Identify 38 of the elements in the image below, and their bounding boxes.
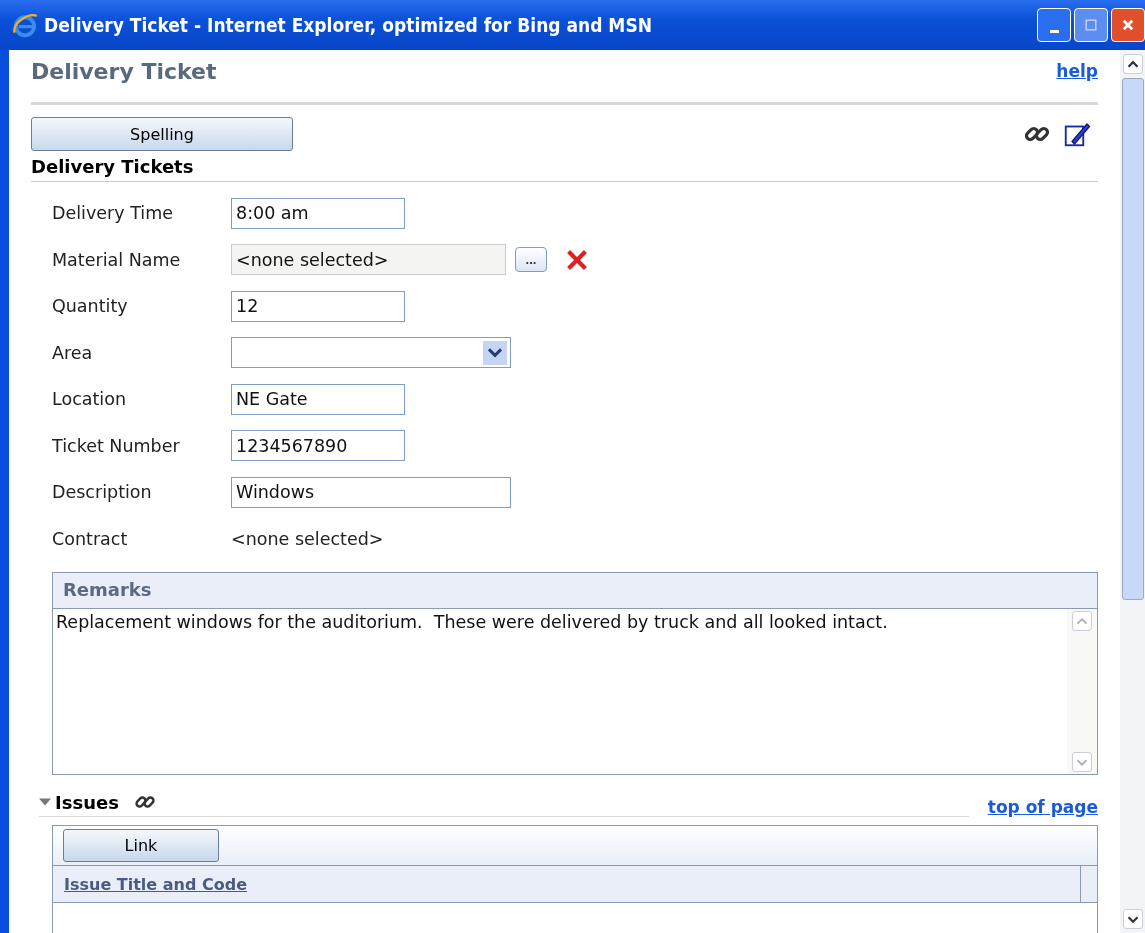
field-label: Delivery Time — [52, 203, 175, 224]
text-field[interactable]: 12 — [231, 290, 405, 322]
remarks-textarea[interactable]: Replacement windows for the auditorium. These were delivered by truck and all looked intact. — [53, 609, 1067, 635]
maximize-icon — [1085, 19, 1097, 31]
browser-logo-icon — [12, 12, 38, 38]
text-field[interactable]: 8:00 am — [231, 197, 405, 229]
remarks-title: Remarks — [53, 573, 1097, 609]
minimize-icon — [1049, 29, 1059, 33]
spelling-button[interactable]: Spelling — [31, 117, 293, 151]
field-value: <none selected> — [231, 528, 384, 549]
scrollbar[interactable] — [1120, 50, 1145, 933]
browse-button[interactable]: ... — [515, 247, 547, 273]
minimize-button[interactable] — [1037, 8, 1071, 42]
scroll-up-icon[interactable] — [1122, 54, 1143, 74]
text-field[interactable]: NE Gate — [231, 383, 405, 415]
expand-triangle-icon[interactable] — [39, 796, 51, 808]
section-title: Delivery Tickets — [31, 156, 195, 177]
dropdown-field[interactable] — [231, 337, 511, 369]
issues-title: Issues — [55, 791, 119, 813]
field-label: Material Name — [52, 249, 182, 270]
field-label: Area — [52, 342, 94, 363]
link-button[interactable]: Link — [63, 829, 219, 862]
close-button[interactable] — [1111, 8, 1145, 42]
field-label: Quantity — [52, 296, 129, 317]
text-field[interactable]: Windows — [231, 476, 511, 508]
field-label: Ticket Number — [52, 435, 181, 456]
top-of-page-link[interactable]: top of page — [987, 797, 1098, 817]
window-title: Delivery Ticket - Internet Explorer, optimized for Bing and MSN — [44, 14, 653, 36]
help-link[interactable]: help — [1056, 61, 1098, 81]
page-title: Delivery Ticket — [31, 58, 217, 84]
field-label: Contract — [52, 528, 129, 549]
maximize-button[interactable] — [1074, 8, 1108, 42]
text-field[interactable]: 1234567890 — [231, 430, 405, 462]
field-label: Description — [52, 482, 153, 503]
scroll-down-icon[interactable] — [1122, 909, 1143, 929]
close-icon — [1121, 18, 1135, 32]
lookup-field[interactable]: <none selected> — [231, 244, 506, 276]
field-label: Location — [52, 389, 128, 410]
